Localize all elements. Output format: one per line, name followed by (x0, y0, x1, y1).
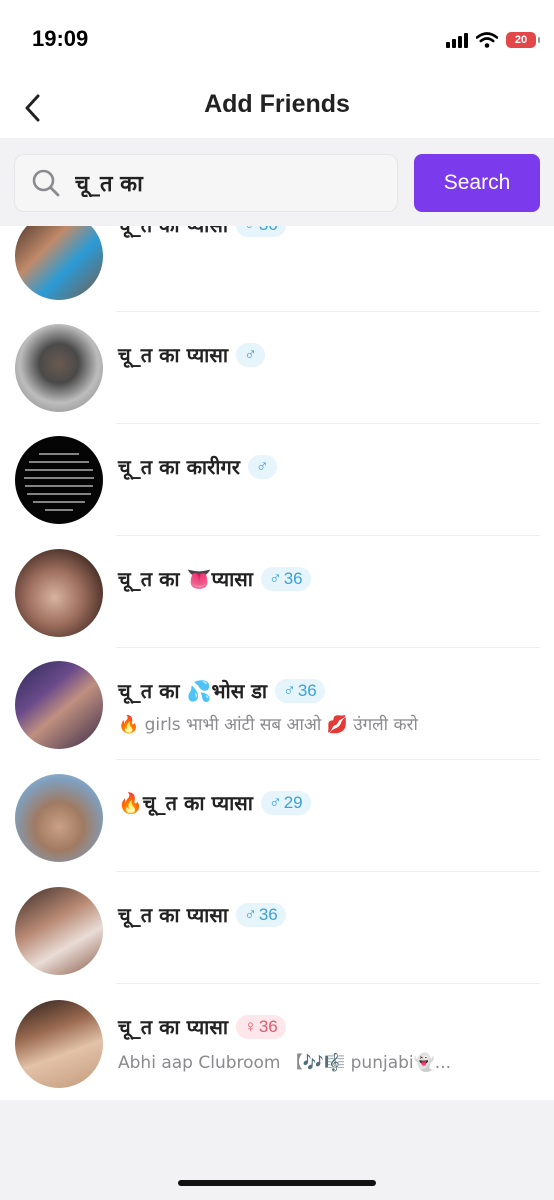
list-item[interactable]: चू_त का प्यासा ♂36 (0, 226, 554, 312)
wifi-icon (476, 32, 498, 48)
male-icon: ♂ (244, 226, 257, 235)
user-name: 🔥चू_त का प्यासा (118, 791, 253, 815)
male-icon: ♂ (255, 456, 269, 476)
avatar[interactable] (15, 226, 103, 300)
gender-age-badge: ♂ (236, 342, 265, 367)
female-icon: ♀ (244, 1016, 257, 1036)
status-icons: 20 (446, 30, 540, 50)
search-box[interactable] (14, 154, 398, 212)
battery-icon: 20 (506, 32, 540, 48)
search-button[interactable]: Search (414, 154, 540, 212)
status-time: 19:09 (32, 26, 89, 51)
list-item[interactable]: चू_त का प्यासा ♀ 36 Abhi aap Clubroom 【🎶🎼… (0, 984, 554, 1096)
battery-level: 20 (514, 34, 528, 46)
list-item[interactable]: चू_त का प्यासा ♂ (0, 312, 554, 424)
user-bio: Abhi aap Clubroom 【🎶🎼 punjabi👻... (118, 1053, 452, 1073)
user-name: चू_त का प्यासा (118, 343, 229, 367)
user-name: चू_त का प्यासा (118, 903, 229, 927)
search-icon (32, 169, 60, 197)
gender-age-badge: ♂36 (236, 226, 286, 237)
home-indicator (178, 1180, 376, 1186)
user-name: चू_त का प्यासा (118, 1015, 229, 1039)
male-icon: ♂ (244, 904, 257, 924)
list-item[interactable]: चू_त का 💦भोस डा ♂ 36 🔥 girls भाभी आंटी सब… (0, 648, 554, 760)
user-age: 36 (297, 680, 317, 700)
user-age: 36 (258, 904, 278, 924)
status-bar: 19:09 20 (0, 0, 554, 80)
avatar[interactable] (15, 436, 103, 524)
name-line: चू_त का प्यासा ♂36 (118, 901, 286, 928)
gender-age-badge: ♂36 (236, 902, 286, 927)
text-image (24, 453, 94, 511)
male-icon: ♂ (283, 680, 296, 700)
name-line: चू_त का प्यासा ♂ (118, 341, 265, 368)
name-line: चू_त का प्यासा ♀ 36 (118, 1013, 286, 1040)
search-bar: Search (0, 138, 554, 226)
avatar[interactable] (15, 774, 103, 862)
avatar[interactable] (15, 1000, 103, 1088)
cellular-signal-icon (446, 32, 468, 48)
gender-age-badge: ♂ 29 (260, 790, 311, 815)
search-results-list: चू_त का प्यासा ♂36 चू_त का प्यासा ♂ (0, 226, 554, 1100)
user-name: चू_त का कारीगर (118, 455, 240, 479)
user-age: 36 (283, 568, 303, 588)
male-icon: ♂ (244, 344, 257, 364)
user-age: 36 (259, 226, 278, 235)
gender-age-badge: ♀ 36 (236, 1014, 286, 1039)
user-name: चू_त का 👅प्यासा (118, 567, 253, 591)
list-item[interactable]: चू_त का प्यासा ♂36 (0, 872, 554, 984)
user-age: 36 (258, 1016, 278, 1036)
search-input[interactable] (73, 169, 377, 197)
avatar[interactable] (15, 549, 103, 637)
name-line: चू_त का 💦भोस डा ♂ 36 (118, 677, 325, 704)
avatar[interactable] (15, 324, 103, 412)
user-name: चू_त का प्यासा (118, 226, 228, 238)
list-item[interactable]: चू_त का 👅प्यासा ♂ 36 (0, 536, 554, 648)
user-name: चू_त का 💦भोस डा (118, 679, 268, 703)
name-line: चू_त का कारीगर ♂ (118, 453, 277, 480)
male-icon: ♂ (268, 792, 282, 812)
app-header: Add Friends (0, 80, 554, 138)
name-line: चू_त का 👅प्यासा ♂ 36 (118, 565, 311, 592)
gender-age-badge: ♂36 (260, 566, 311, 591)
list-item[interactable]: चू_त का कारीगर ♂ (0, 424, 554, 536)
user-bio: 🔥 girls भाभी आंटी सब आओ 💋 उंगली करो (118, 715, 418, 735)
name-line: 🔥चू_त का प्यासा ♂ 29 (118, 789, 311, 816)
gender-age-badge: ♂ (247, 454, 277, 479)
avatar[interactable] (15, 887, 103, 975)
male-icon: ♂ (268, 568, 282, 588)
gender-age-badge: ♂36 (275, 678, 325, 703)
list-item[interactable]: 🔥चू_त का प्यासा ♂ 29 (0, 760, 554, 872)
user-age: 29 (283, 792, 303, 812)
page-title: Add Friends (204, 90, 350, 118)
avatar[interactable] (15, 661, 103, 749)
name-line: चू_त का प्यासा ♂36 (118, 226, 286, 238)
